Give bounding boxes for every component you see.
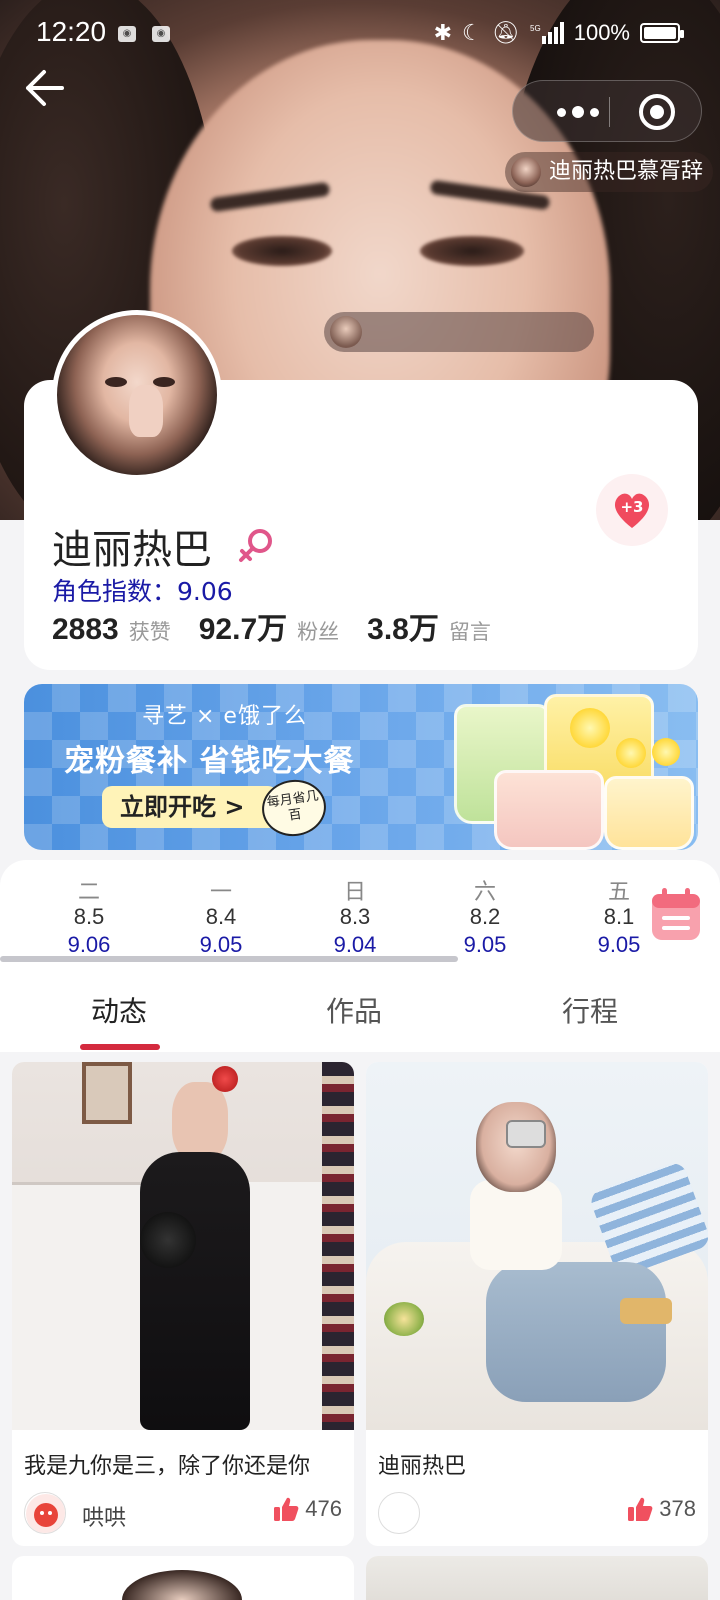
tab-dynamics[interactable]: 动态 bbox=[91, 990, 147, 1030]
thumbs-up-icon bbox=[274, 1497, 299, 1521]
tab-schedule[interactable]: 行程 bbox=[562, 990, 618, 1030]
day-item[interactable]: 日 8.3 9.04 bbox=[310, 874, 400, 958]
day-item[interactable]: 二 8.5 9.06 bbox=[44, 874, 134, 958]
feed-card[interactable]: 我是九你是三，除了你还是你 哄哄 476 bbox=[12, 1062, 354, 1546]
promo-banner[interactable]: 寻艺 × e饿了么 宠粉餐补 省钱吃大餐 立即开吃 > 每月省几百 bbox=[24, 684, 698, 850]
post-image[interactable] bbox=[12, 1062, 354, 1430]
like-count: 378 bbox=[659, 1496, 696, 1521]
feed-card[interactable]: 迪丽热巴 378 bbox=[366, 1062, 708, 1546]
status-time: 12:20 bbox=[36, 16, 107, 47]
calendar-icon[interactable] bbox=[650, 886, 702, 942]
like-button[interactable]: 476 bbox=[273, 1496, 342, 1522]
index-value: 9.05 bbox=[463, 932, 507, 957]
daily-index-strip[interactable]: 二 8.5 9.06 一 8.4 9.05 日 8.3 9.04 六 8.2 9… bbox=[0, 860, 720, 972]
profile-stats: 2883 获赞 92.7万 粉丝 3.8万 留言 bbox=[52, 604, 519, 648]
author-avatar[interactable] bbox=[378, 1492, 420, 1534]
weekday: 日 bbox=[343, 880, 366, 905]
arrow-left-icon bbox=[26, 70, 64, 106]
avatar bbox=[511, 157, 541, 187]
mini-profile-tag[interactable]: 迪丽热巴慕胥辞 bbox=[505, 152, 714, 192]
day-item[interactable]: 六 8.2 9.05 bbox=[440, 874, 530, 958]
messages-count[interactable]: 3.8万 bbox=[367, 604, 439, 648]
moon-icon: ☾ bbox=[462, 20, 482, 45]
mini-profile-name: 迪丽热巴慕胥辞 bbox=[549, 159, 704, 184]
content-tabs: 动态 作品 行程 bbox=[0, 972, 720, 1052]
mini-program-capsule bbox=[512, 80, 702, 142]
bluetooth-icon: ✱ bbox=[433, 20, 453, 45]
notification-icon: ◉ bbox=[152, 26, 170, 42]
tab-works[interactable]: 作品 bbox=[326, 990, 382, 1030]
battery-percent: 100% bbox=[573, 20, 630, 45]
drink-image bbox=[604, 776, 694, 850]
thumbs-up-icon bbox=[628, 1497, 653, 1521]
banner-brand: 寻艺 × e饿了么 bbox=[142, 704, 307, 729]
drink-image bbox=[494, 770, 604, 850]
post-caption: 迪丽热巴 bbox=[378, 1454, 467, 1479]
back-button[interactable] bbox=[22, 66, 66, 110]
weekday: 一 bbox=[209, 880, 232, 905]
weekday: 二 bbox=[77, 880, 100, 905]
post-image[interactable] bbox=[366, 1062, 708, 1430]
svg-text:5G: 5G bbox=[530, 24, 541, 33]
avatar bbox=[330, 316, 362, 348]
profile-name: 迪丽热巴 bbox=[52, 527, 212, 573]
profile-avatar[interactable] bbox=[52, 310, 222, 480]
battery-icon bbox=[640, 23, 684, 43]
strip-scrollbar[interactable] bbox=[0, 956, 458, 962]
danmaku-bubble bbox=[324, 312, 594, 352]
index-value: 9.05 bbox=[199, 932, 243, 957]
index-value: 9.06 bbox=[67, 932, 111, 957]
status-bar: 12:20 ◉ ◉ ✱ ☾ 🔕︎ 5G 100% bbox=[0, 0, 720, 68]
mute-icon: 🔕︎ bbox=[491, 20, 520, 45]
date: 8.5 bbox=[73, 904, 105, 929]
banner-cta-button[interactable]: 立即开吃 > bbox=[102, 786, 278, 828]
likes-label: 获赞 bbox=[128, 620, 171, 644]
date: 8.3 bbox=[339, 904, 371, 929]
fans-label: 粉丝 bbox=[297, 620, 340, 644]
heart-count-badge: +3 bbox=[620, 498, 644, 516]
feed-card[interactable] bbox=[366, 1556, 708, 1600]
cartoon-avatar-icon bbox=[26, 1494, 65, 1533]
post-caption: 我是九你是三，除了你还是你 bbox=[24, 1454, 311, 1479]
feed-card[interactable] bbox=[12, 1556, 354, 1600]
role-index: 角色指数：9.06 bbox=[52, 577, 233, 606]
author-avatar[interactable] bbox=[24, 1492, 66, 1534]
notification-icon: ◉ bbox=[118, 26, 136, 42]
like-count: 476 bbox=[305, 1496, 342, 1521]
messages-label: 留言 bbox=[448, 620, 491, 644]
likes-count: 2883 bbox=[52, 613, 119, 646]
index-value: 9.04 bbox=[333, 932, 377, 957]
more-dots-icon bbox=[557, 107, 566, 117]
female-icon bbox=[239, 529, 272, 562]
weekday: 六 bbox=[473, 880, 496, 905]
active-tab-indicator bbox=[80, 1044, 160, 1050]
day-item[interactable]: 一 8.4 9.05 bbox=[176, 874, 266, 958]
signal-icon: 5G bbox=[530, 22, 564, 44]
date: 8.4 bbox=[205, 904, 237, 929]
more-button[interactable] bbox=[543, 81, 613, 143]
support-heart-button[interactable]: +3 bbox=[596, 474, 668, 546]
close-miniprogram-button[interactable] bbox=[639, 94, 675, 130]
author-name[interactable]: 哄哄 bbox=[82, 1500, 126, 1532]
date: 8.2 bbox=[469, 904, 501, 929]
fans-count[interactable]: 92.7万 bbox=[199, 604, 287, 648]
banner-headline: 宠粉餐补 省钱吃大餐 bbox=[64, 744, 355, 779]
like-button[interactable]: 378 bbox=[627, 1496, 696, 1522]
